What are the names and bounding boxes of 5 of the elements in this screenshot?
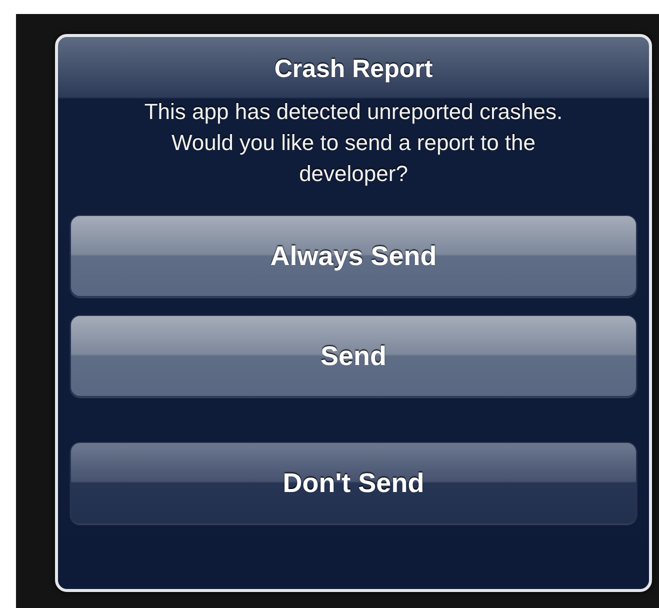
send-button[interactable]: Always Send [70, 215, 637, 297]
cancel-button[interactable]: Don't Send [70, 442, 637, 524]
alert-title: Crash Report [274, 55, 433, 84]
alert-message: This app has detected unreported crashes. Would you like to send a report to the developer? [143, 98, 564, 188]
send-button[interactable]: Send [70, 315, 637, 397]
